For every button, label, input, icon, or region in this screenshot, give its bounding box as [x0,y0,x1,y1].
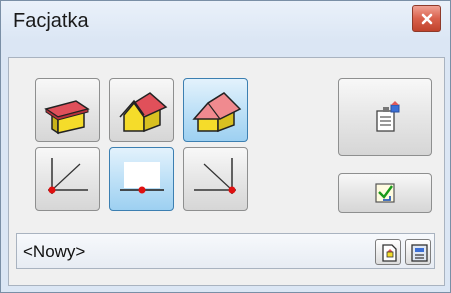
close-x-icon [421,13,432,24]
roof-type-button-gable[interactable] [109,78,174,142]
hip-roof-house-icon [192,92,242,133]
dialog-title: Facjatka [13,10,89,32]
apply-button[interactable] [338,173,432,213]
flat-roof-house-icon [44,100,90,135]
properties-icon [376,101,400,132]
save-style-button[interactable] [405,239,431,265]
facjatka-dialog: Facjatka <Nowy> [0,0,451,293]
dialog-content: <Nowy> [8,57,445,286]
anchor-button-center[interactable] [109,147,174,211]
properties-button[interactable] [338,78,432,156]
save-style-icon [411,244,428,262]
roof-type-button-hip[interactable] [183,78,248,142]
close-button[interactable] [412,5,441,32]
anchor-left-corner-icon [48,158,88,194]
anchor-right-corner-icon [194,158,236,194]
style-selector[interactable]: <Nowy> [16,233,435,269]
anchor-bottom-center-icon [120,162,164,194]
open-style-button[interactable] [375,239,401,265]
style-selector-value: <Nowy> [23,242,86,261]
anchor-button-left[interactable] [35,147,100,211]
open-style-icon [382,244,397,262]
title-bar: Facjatka [1,1,450,43]
gable-roof-house-icon [119,92,168,133]
apply-checkmark-icon [375,183,395,203]
roof-type-button-flat[interactable] [35,78,100,142]
anchor-button-right[interactable] [183,147,248,211]
